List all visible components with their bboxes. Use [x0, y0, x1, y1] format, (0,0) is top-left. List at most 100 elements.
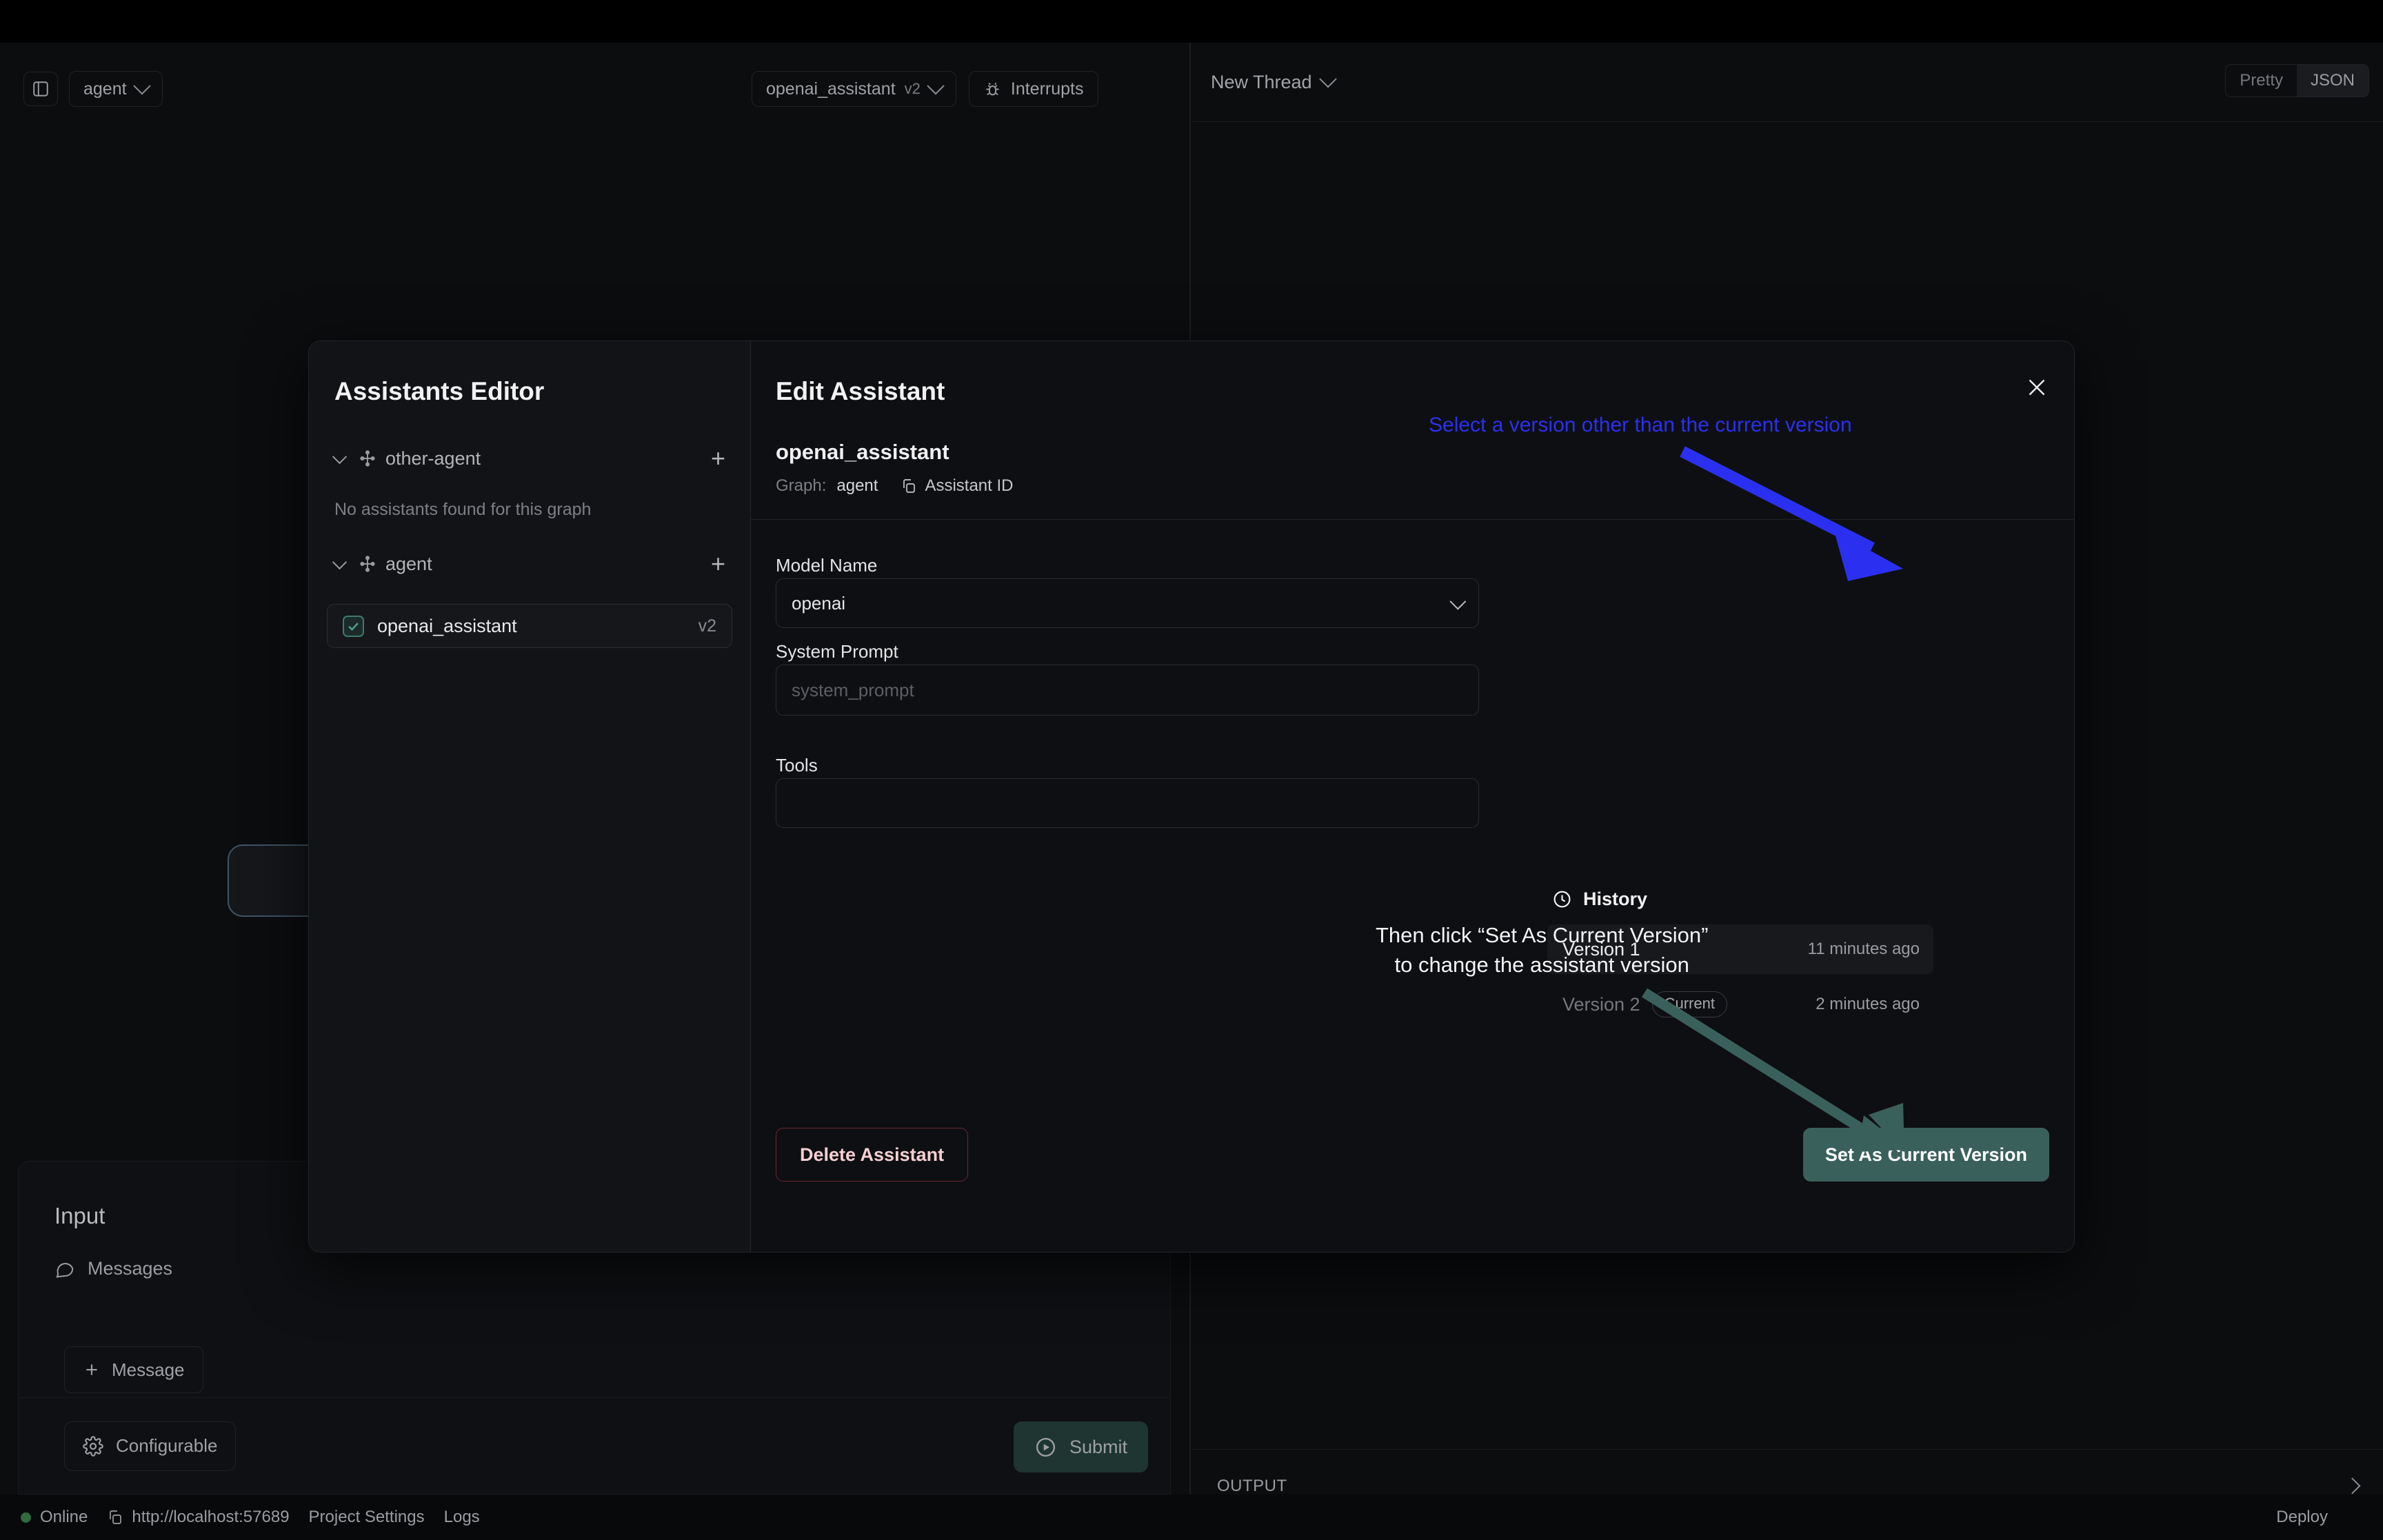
system-prompt-placeholder: system_prompt — [792, 679, 914, 700]
white-annotation-line-2: to change the assistant version — [1394, 952, 1689, 977]
tools-label: Tools — [776, 755, 818, 776]
assistant-item-label: openai_assistant — [377, 615, 517, 636]
output-label: OUTPUT — [1217, 1476, 1287, 1495]
assistant-list-item[interactable]: openai_assistant v2 — [327, 604, 732, 648]
chevron-down-icon — [1449, 593, 1467, 610]
graph-prefix-label: Graph: — [776, 476, 827, 495]
thread-selector-button[interactable]: New Thread — [1211, 70, 1337, 93]
thread-selector-label: New Thread — [1211, 71, 1312, 92]
check-square-icon[interactable] — [343, 615, 364, 637]
messages-section-header: Messages — [54, 1258, 172, 1279]
assistant-meta: Graph: agent Assistant ID — [776, 476, 1013, 496]
panel-divider — [751, 519, 2074, 520]
view-mode-pretty[interactable]: Pretty — [2226, 65, 2297, 97]
add-message-label: Message — [112, 1359, 185, 1380]
edit-assistant-title: Edit Assistant — [776, 377, 945, 405]
status-label: Online — [40, 1508, 88, 1526]
model-name-select[interactable]: openai — [776, 578, 1479, 628]
chevron-down-icon — [1318, 70, 1337, 88]
interrupts-button[interactable]: Interrupts — [968, 71, 1098, 107]
chevron-right-icon[interactable] — [2344, 1477, 2361, 1495]
white-annotation-line-1: Then click “Set As Current Version” — [1376, 923, 1709, 947]
graph-group-agent[interactable]: agent + — [332, 551, 725, 576]
assistant-selector-label: openai_assistant — [766, 79, 896, 99]
messages-label: Messages — [88, 1258, 173, 1279]
center-toolbar: openai_assistant v2 Interrupts — [752, 71, 1098, 107]
assistant-id-label: Assistant ID — [925, 476, 1014, 495]
chevron-down-icon[interactable] — [332, 554, 348, 569]
chat-bubble-icon — [56, 1262, 74, 1277]
assistant-selector-button[interactable]: openai_assistant v2 — [752, 71, 956, 107]
assistant-name-heading: openai_assistant — [776, 440, 949, 464]
set-as-current-version-button[interactable]: Set As Current Version — [1802, 1128, 2049, 1182]
graph-icon — [360, 556, 375, 572]
sidebar-toggle-button[interactable] — [23, 72, 58, 106]
model-name-value: openai — [792, 592, 846, 614]
empty-assistants-note: No assistants found for this graph — [334, 500, 592, 519]
assistant-selector-version: v2 — [904, 80, 921, 97]
configurable-label: Configurable — [116, 1435, 218, 1456]
assistants-editor-dialog: Assistants Editor other-agent + No assis… — [308, 341, 2075, 1253]
history-section-header: History — [1552, 889, 1647, 910]
graph-icon — [360, 450, 375, 467]
clock-icon — [1554, 891, 1571, 908]
close-icon[interactable] — [2021, 372, 2053, 403]
system-prompt-label: System Prompt — [776, 641, 898, 662]
view-mode-toggle[interactable]: Pretty JSON — [2225, 64, 2369, 97]
chevron-down-icon[interactable] — [332, 449, 348, 464]
add-assistant-button[interactable]: + — [711, 446, 725, 471]
input-footer: Configurable Submit — [19, 1397, 1170, 1494]
gear-icon — [83, 1435, 103, 1457]
status-indicator-dot — [21, 1512, 31, 1523]
graph-selector-button[interactable]: agent — [69, 71, 163, 107]
bug-icon — [986, 82, 999, 95]
play-circle-icon — [1036, 1437, 1055, 1457]
configurable-button[interactable]: Configurable — [64, 1421, 237, 1471]
interrupts-label: Interrupts — [1010, 79, 1084, 99]
logs-link[interactable]: Logs — [444, 1508, 480, 1527]
blue-annotation-text: Select a version other than the current … — [1429, 414, 1852, 436]
submit-label: Submit — [1069, 1436, 1127, 1457]
project-settings-link[interactable]: Project Settings — [309, 1508, 425, 1527]
output-panel: OUTPUT — [1192, 1446, 2383, 1495]
input-panel-title: Input — [54, 1203, 105, 1228]
add-assistant-button[interactable]: + — [711, 551, 725, 576]
app-root: agent openai_assistant v2 Interrupts Inp… — [0, 0, 2383, 1540]
right-topbar: New Thread Pretty JSON — [1192, 43, 2383, 122]
delete-assistant-button[interactable]: Delete Assistant — [776, 1128, 969, 1182]
assistant-item-version: v2 — [698, 616, 716, 636]
graph-group-label: other-agent — [385, 447, 481, 469]
deploy-button[interactable]: Deploy — [2276, 1508, 2328, 1527]
chevron-down-icon — [132, 77, 151, 95]
graph-group-label: agent — [385, 553, 432, 574]
chevron-down-icon — [927, 77, 945, 95]
edit-assistant-panel: Edit Assistant openai_assistant Graph: a… — [751, 341, 2074, 1252]
tools-input[interactable] — [776, 778, 1479, 828]
server-url-label: http://localhost:57689 — [132, 1508, 290, 1526]
assistants-editor-title: Assistants Editor — [334, 377, 545, 405]
server-url-item[interactable]: http://localhost:57689 — [107, 1508, 290, 1527]
current-version-badge: Current — [1651, 991, 1727, 1017]
panel-left-icon — [33, 81, 48, 97]
plus-icon — [86, 1364, 97, 1375]
graph-group-other-agent[interactable]: other-agent + — [332, 446, 725, 471]
history-row-version-2[interactable]: Version 2 Current 2 minutes ago — [1547, 980, 1933, 1029]
graph-selector-label: agent — [83, 79, 127, 99]
history-timestamp: 11 minutes ago — [1807, 940, 1920, 958]
history-timestamp: 2 minutes ago — [1816, 995, 1920, 1013]
history-version-label: Version 2 — [1562, 993, 1640, 1015]
copy-assistant-id-button[interactable]: Assistant ID — [901, 476, 1013, 496]
copy-icon — [110, 1510, 122, 1524]
window-titlebar — [0, 0, 2383, 43]
view-mode-json[interactable]: JSON — [2296, 65, 2369, 97]
model-name-label: Model Name — [776, 555, 878, 576]
graph-name-value: agent — [836, 476, 878, 495]
system-prompt-input[interactable]: system_prompt — [776, 665, 1479, 716]
assistants-editor-sidebar: Assistants Editor other-agent + No assis… — [309, 341, 751, 1252]
statusbar: Online http://localhost:57689 Project Se… — [0, 1495, 2383, 1540]
copy-icon — [903, 479, 916, 493]
add-message-button[interactable]: Message — [64, 1346, 203, 1393]
history-title: History — [1583, 889, 1648, 909]
submit-button[interactable]: Submit — [1013, 1421, 1148, 1472]
white-annotation-text: Then click “Set As Current Version” to c… — [1376, 921, 1708, 980]
